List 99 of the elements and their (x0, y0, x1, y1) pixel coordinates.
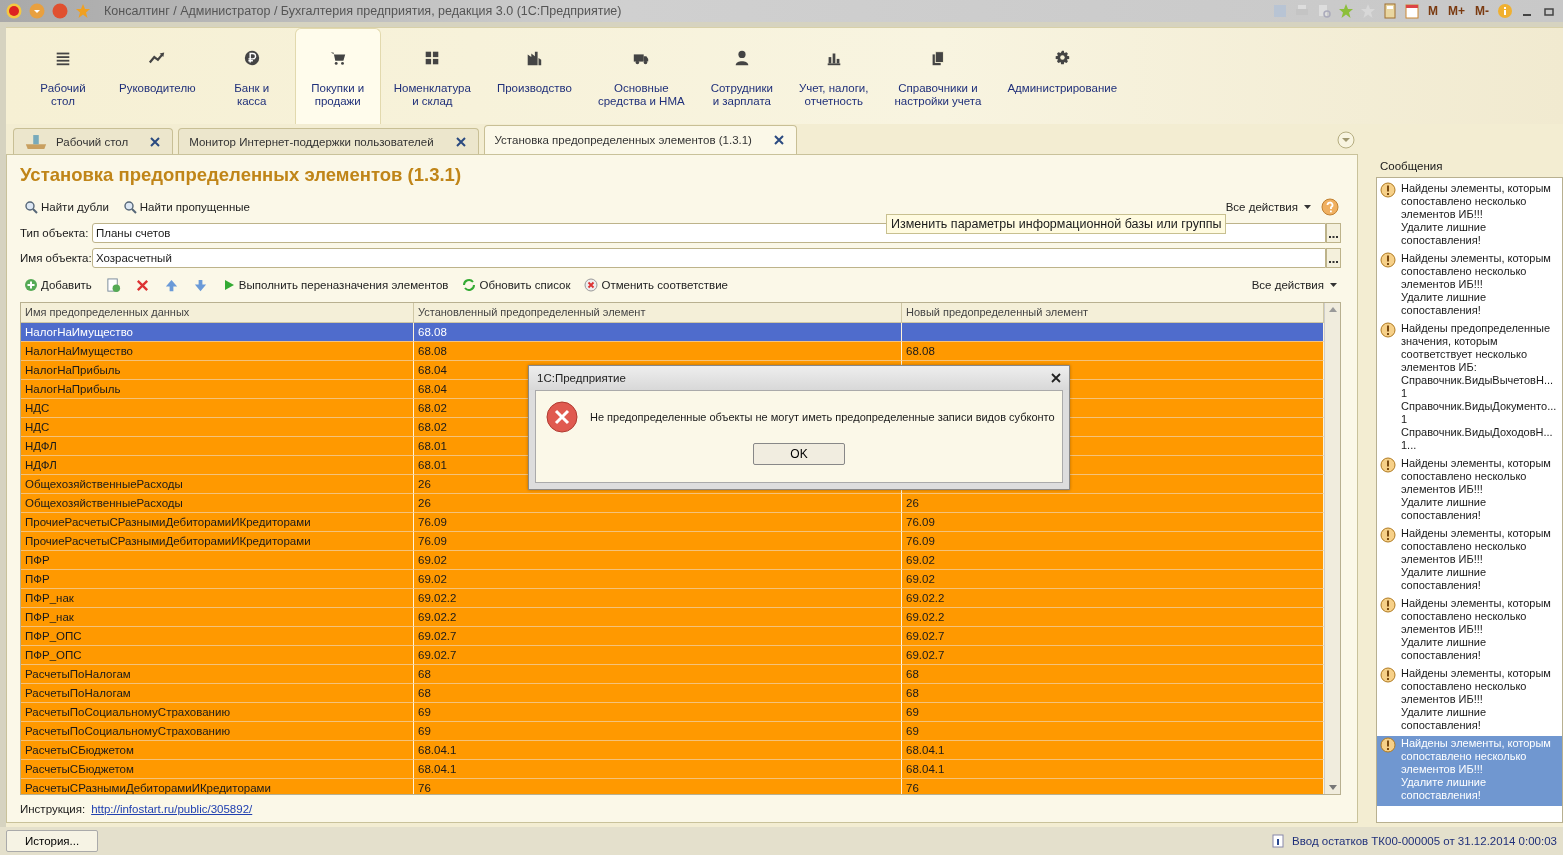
message-text: Найдены элементы, которым сопоставлено несколько элементов ИБ!!! Удалите лишние сопоставления! (1401, 457, 1551, 522)
section-label: Руководителю (119, 82, 196, 95)
table-cell: 68 (418, 668, 431, 680)
table-cell: 69.02.7 (906, 649, 945, 661)
table-cell: 69.02 (906, 554, 935, 566)
table-cell: ПФР_ОПС (25, 649, 82, 661)
table-cell: 76 (418, 782, 431, 794)
instruction-label: Инструкция: (20, 803, 86, 815)
table-cell: 69.02.2 (418, 611, 457, 623)
table-cell: 68 (418, 687, 431, 699)
tab-label: Монитор Интернет-поддержки пользователей (189, 135, 434, 148)
table-cell: РасчетыСБюджетом (25, 744, 134, 756)
message-text: Найдены элементы, которым сопоставлено несколько элементов ИБ!!! Удалите лишние сопоставления! (1401, 667, 1551, 732)
table-cell: РасчетыПоНалогам (25, 687, 131, 699)
table-cell: 69.02.7 (418, 649, 457, 661)
section-label: Покупки и продажи (311, 82, 365, 108)
message-text: Найдены элементы, которым сопоставлено несколько элементов ИБ!!! Удалите лишние сопоставления! (1401, 182, 1551, 247)
section-label: Номенклатура и склад (393, 82, 471, 108)
messages-title: Сообщения (1379, 159, 1444, 174)
table-cell: 76.09 (418, 535, 447, 547)
message-text: Найдены предопределенные значения, которым соответствует несколько элементов ИБ: Справочник.ВидыВычетовН... 1 Справочник.ВидыДокументо... 1 Справочник.ВидыДоходовН... 1... (1401, 322, 1557, 452)
section-label: Производство (496, 82, 572, 95)
dialog-title: 1С:Предприятие (537, 372, 626, 384)
table-cell: 69.02.2 (906, 592, 945, 604)
table-cell: ОбщехозяйственныеРасходы (25, 497, 183, 509)
table-cell: 68.04.1 (418, 763, 457, 775)
table-cell: 68.04.1 (418, 744, 457, 756)
table-cell: НДФЛ (25, 459, 57, 471)
table-cell: 68.04 (418, 364, 447, 376)
table-cell: 76.09 (906, 516, 935, 528)
dialog-message: Не предопределенные объекты не могут иметь предопределенные записи видов субконто (590, 411, 1055, 423)
table-cell: РасчетыПоСоциальномуСтрахованию (25, 706, 230, 718)
table-cell: 76 (906, 782, 919, 794)
table-cell: 69.02 (418, 573, 447, 585)
section-label: Рабочий стол (40, 82, 86, 108)
table-cell: 69.02.2 (418, 592, 457, 604)
table-cell: РасчетыПоНалогам (25, 668, 131, 680)
table-cell: РасчетыСБюджетом (25, 763, 134, 775)
tab-label: Рабочий стол (56, 135, 129, 148)
table-cell: 69.02 (906, 573, 935, 585)
table-cell: 68.04 (418, 383, 447, 395)
table-cell: ПФР_ОПС (25, 630, 82, 642)
field-label: Имя объекта: (20, 252, 92, 264)
table-cell: ОбщехозяйственныеРасходы (25, 478, 183, 490)
table-cell: ПрочиеРасчетыСРазнымиДебиторамиИКредиторами (25, 516, 311, 528)
table-cell: 26 (418, 497, 431, 509)
message-text: Найдены элементы, которым сопоставлено несколько элементов ИБ!!! Удалите лишние сопоставления! (1401, 252, 1551, 317)
table-cell: 68.02 (418, 421, 447, 433)
table-cell: НДФЛ (25, 440, 57, 452)
status-text: Ввод остатков ТК00-000005 от 31.12.2014 0:00:03 (1292, 835, 1557, 847)
window-title: Консалтинг / Администратор / Бухгалтерия предприятия, редакция 3.0 (1С:Предприятие) (104, 4, 622, 18)
table-cell: ПФР_нак (25, 592, 74, 604)
table-cell: НалогНаИмущество (25, 345, 133, 357)
table-cell: ПФР_нак (25, 611, 74, 623)
table-cell: 68.08 (418, 345, 447, 357)
table-cell: 69.02 (418, 554, 447, 566)
section-label: Основные средства и НМА (597, 82, 685, 108)
form-title: Установка предопределенных элементов (1.3.1) (20, 164, 463, 186)
message-text: Найдены элементы, которым сопоставлено несколько элементов ИБ!!! Удалите лишние сопоставления! (1401, 597, 1551, 662)
table-cell: 26 (906, 497, 919, 509)
table-cell: 68.04.1 (906, 763, 945, 775)
section-label: Справочники и настройки учета (894, 82, 982, 108)
table-cell: 69 (418, 725, 431, 737)
table-cell: 69 (906, 725, 919, 737)
table-cell: НДС (25, 421, 50, 433)
table-cell: 69 (418, 706, 431, 718)
section-label: Банк и касса (234, 82, 270, 108)
table-cell: 68.08 (418, 326, 447, 338)
table-cell: ПФР (25, 573, 50, 585)
section-label: Учет, налоги, отчетность (798, 82, 869, 108)
table-cell: 69.02.7 (418, 630, 457, 642)
field-label: Тип объекта: (20, 227, 90, 239)
table-cell: 69 (906, 706, 919, 718)
table-cell: НалогНаИмущество (25, 326, 133, 338)
table-cell: РасчетыПоСоциальномуСтрахованию (25, 725, 230, 737)
table-cell: 68 (906, 687, 919, 699)
table-cell: 76.09 (906, 535, 935, 547)
table-cell: РасчетыСРазнымиДебиторамиИКредиторами (25, 782, 271, 794)
tab-label: Установка предопределенных элементов (1.3.1) (494, 134, 752, 146)
table-cell: 69.02.2 (906, 611, 945, 623)
tooltip: Изменить параметры информационной базы или группы (886, 214, 1227, 234)
table-cell: 26 (418, 478, 431, 490)
table-cell: ПФР (25, 554, 50, 566)
table-cell: 68.08 (906, 345, 935, 357)
table-cell: ПрочиеРасчетыСРазнымиДебиторамиИКредиторами (25, 535, 311, 547)
message-text: Найдены элементы, которым сопоставлено несколько элементов ИБ!!! Удалите лишние сопоставления! (1401, 527, 1551, 592)
table-cell: 68.02 (418, 402, 447, 414)
table-cell: 68.01 (418, 440, 447, 452)
table-cell: 68.04.1 (906, 744, 945, 756)
message-text: Найдены элементы, которым сопоставлено несколько элементов ИБ!!! Удалите лишние сопоставления! (1401, 737, 1551, 802)
section-label: Администрирование (1007, 82, 1118, 95)
table-cell: НалогНаПрибыль (25, 364, 121, 376)
table-cell: НалогНаПрибыль (25, 383, 121, 395)
table-cell: 76.09 (418, 516, 447, 528)
table-cell: 68 (906, 668, 919, 680)
table-cell: 68.01 (418, 459, 447, 471)
section-label: Сотрудники и зарплата (710, 82, 773, 108)
table-cell: 69.02.7 (906, 630, 945, 642)
table-cell: НДС (25, 402, 50, 414)
